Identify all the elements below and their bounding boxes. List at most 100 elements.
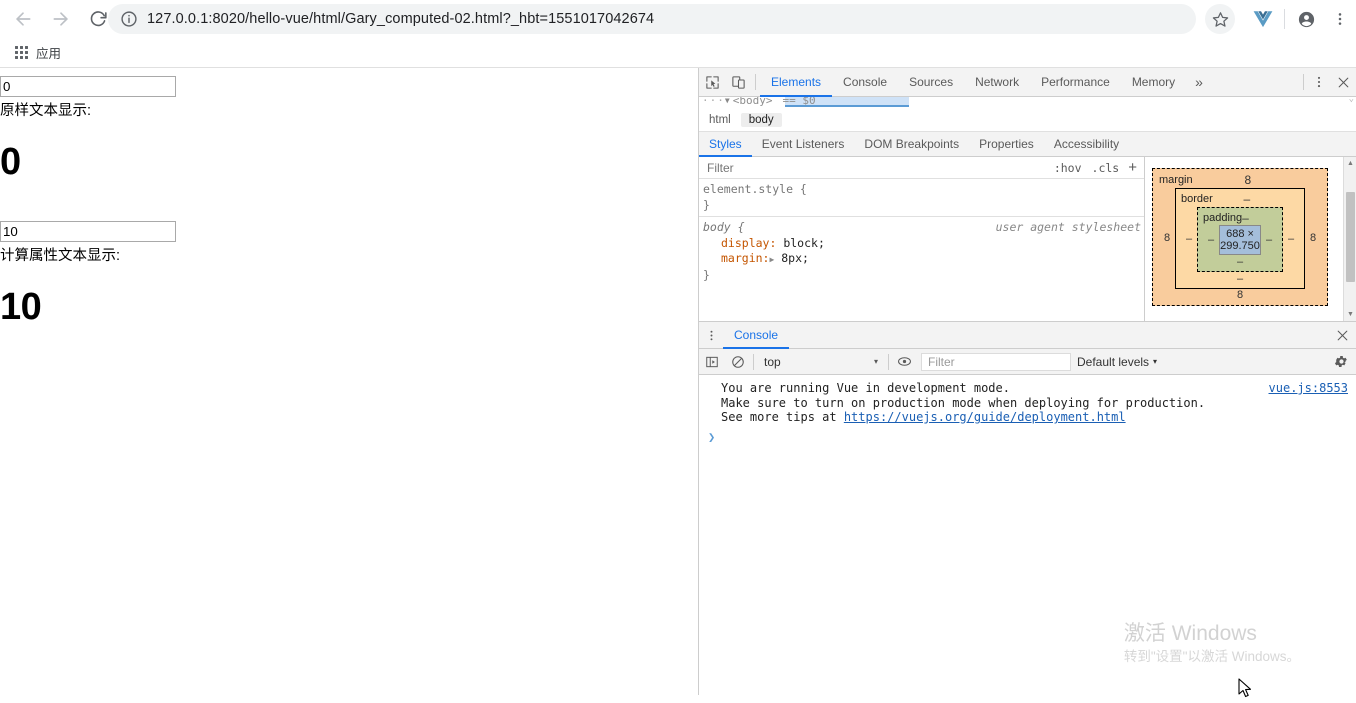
box-model-padding-right-value[interactable]: – — [1261, 234, 1277, 246]
box-model-padding-region[interactable]: padding – – 688 × 299.750 – – — [1197, 207, 1283, 272]
box-model-padding-bottom-value[interactable]: – — [1203, 255, 1277, 268]
devtools-more-button[interactable] — [1308, 68, 1330, 96]
styles-pane: :hov .cls + element.style { } user agent… — [699, 157, 1145, 321]
vue-devtools-extension-button[interactable] — [1248, 4, 1278, 34]
tab-performance[interactable]: Performance — [1030, 68, 1121, 97]
box-model-margin-region[interactable]: margin 8 8 border – – padding – – 688 × … — [1152, 168, 1328, 306]
divider — [755, 74, 756, 90]
info-circle-icon — [121, 11, 137, 27]
console-sidebar-button[interactable] — [699, 349, 725, 375]
breadcrumb-item-body[interactable]: body — [740, 113, 782, 127]
dom-tree-scroll-indicator: ⌄ — [1348, 97, 1354, 104]
clear-console-button[interactable] — [725, 349, 751, 375]
styles-pane-scrollbar[interactable]: ▲ ▼ — [1343, 157, 1356, 321]
console-filter-input[interactable]: Filter — [921, 352, 1071, 371]
css-expand-triangle[interactable]: ▶ — [769, 252, 774, 268]
tab-overflow-button[interactable]: » — [1186, 68, 1212, 96]
back-button[interactable] — [6, 2, 40, 36]
console-input-prompt[interactable]: ❯ — [699, 430, 1356, 444]
console-message-line-3: See more tips at https://vuejs.org/guide… — [721, 410, 1356, 425]
raw-text-input[interactable] — [0, 76, 176, 97]
drawer-tab-console[interactable]: Console — [723, 322, 790, 349]
box-model-margin-top-value[interactable]: 8 — [1193, 173, 1321, 187]
devtools-close-button[interactable] — [1330, 68, 1356, 96]
css-declaration-display[interactable]: display: block; — [703, 236, 1144, 252]
tab-console[interactable]: Console — [832, 68, 898, 97]
css-rule-element-style[interactable]: element.style { } — [699, 179, 1144, 216]
console-message: vue.js:8553 You are running Vue in devel… — [699, 375, 1356, 425]
css-rule-origin: user agent stylesheet — [995, 220, 1141, 234]
console-settings-button[interactable] — [1326, 354, 1356, 369]
sidebar-tab-dom-breakpoints[interactable]: DOM Breakpoints — [854, 132, 969, 157]
sidebar-tab-event-listeners[interactable]: Event Listeners — [752, 132, 855, 157]
box-model-border-left-value[interactable]: – — [1181, 233, 1197, 245]
forward-button[interactable] — [44, 2, 78, 36]
scrollbar-down-arrow[interactable]: ▼ — [1344, 308, 1356, 321]
box-model-margin-left-value[interactable]: 8 — [1159, 232, 1175, 244]
tab-network[interactable]: Network — [964, 68, 1030, 97]
sidebar-tab-accessibility[interactable]: Accessibility — [1044, 132, 1129, 157]
styles-hov-button[interactable]: :hov — [1049, 161, 1087, 175]
styles-filter-input[interactable] — [699, 159, 1049, 176]
console-message-line-2: Make sure to turn on production mode whe… — [721, 395, 1206, 410]
console-message-source[interactable]: vue.js:8553 — [1269, 381, 1348, 396]
console-message-line-3-prefix: See more tips at — [721, 410, 844, 424]
console-message-link[interactable]: https://vuejs.org/guide/deployment.html — [844, 410, 1126, 424]
breadcrumb-item-html[interactable]: html — [701, 113, 739, 127]
dom-tree-node-body: <body> — [732, 97, 773, 107]
device-toolbar-button[interactable] — [725, 68, 751, 96]
sidebar-tab-styles[interactable]: Styles — [699, 132, 752, 157]
console-context-selector[interactable]: top ▾ — [756, 355, 886, 369]
css-property-value[interactable]: block; — [783, 236, 825, 250]
box-model-border-region[interactable]: border – – padding – – 688 × 299.750 – –… — [1175, 188, 1305, 289]
box-model-padding-top-value[interactable]: – — [1242, 211, 1277, 225]
sidebar-tab-properties[interactable]: Properties — [969, 132, 1044, 157]
bookmark-item-apps[interactable]: 应用 — [7, 40, 67, 65]
scrollbar-up-arrow[interactable]: ▲ — [1344, 157, 1356, 170]
box-model-border-top-value[interactable]: – — [1213, 192, 1299, 206]
css-declaration-margin[interactable]: margin:▶ 8px; — [703, 251, 1144, 268]
box-model-margin-right-value[interactable]: 8 — [1305, 232, 1321, 244]
bookmark-star-button[interactable] — [1205, 4, 1235, 34]
dom-tree-row-body[interactable]: ··· ▼ <body> == $0 ⌄ — [699, 97, 1356, 108]
console-toolbar: top ▾ Filter Default levels ▾ — [699, 349, 1356, 375]
profile-avatar-button[interactable] — [1291, 4, 1321, 34]
box-model-border-right-value[interactable]: – — [1283, 233, 1299, 245]
chevron-down-icon: ▾ — [1153, 357, 1158, 366]
tab-sources[interactable]: Sources — [898, 68, 964, 97]
chrome-menu-button[interactable] — [1328, 4, 1352, 34]
drawer-menu-button[interactable] — [699, 322, 723, 348]
css-property-value[interactable]: 8px; — [781, 251, 809, 265]
computed-text-input[interactable] — [0, 221, 176, 242]
device-toolbar-icon — [731, 75, 745, 89]
dom-tree-ellipsis: ··· — [702, 97, 725, 107]
css-rule-body-ua[interactable]: user agent stylesheet body { display: bl… — [699, 216, 1144, 286]
scrollbar-thumb[interactable] — [1346, 192, 1355, 282]
box-model-inner2: padding – – 688 × 299.750 – – — [1197, 206, 1283, 272]
live-expression-button[interactable] — [891, 349, 917, 375]
box-model-content-size[interactable]: 688 × 299.750 — [1219, 225, 1261, 255]
arrow-left-icon — [16, 11, 31, 26]
gear-icon — [1334, 356, 1347, 367]
box-model-margin-bottom-value[interactable]: 8 — [1159, 289, 1321, 301]
console-message-line-1: You are running Vue in development mode. — [721, 381, 1010, 395]
live-expression-icon — [897, 357, 911, 366]
styles-cls-button[interactable]: .cls — [1087, 161, 1125, 175]
three-dot-menu-icon — [1317, 76, 1321, 88]
page-viewport: 原样文本显示: 0 计算属性文本显示: 10 — [0, 68, 698, 695]
styles-new-rule-button[interactable]: + — [1124, 160, 1144, 175]
computed-text-value: 10 — [0, 286, 42, 328]
console-levels-selector[interactable]: Default levels ▾ — [1077, 355, 1157, 369]
drawer-close-button[interactable] — [1328, 322, 1356, 348]
tab-elements[interactable]: Elements — [760, 68, 833, 97]
tab-memory[interactable]: Memory — [1121, 68, 1186, 97]
address-bar[interactable]: 127.0.0.1:8020/hello-vue/html/Gary_compu… — [108, 4, 1196, 34]
dom-tree-view[interactable]: ··· ▼ <body> == $0 ⌄ — [699, 97, 1356, 109]
inspect-element-button[interactable] — [699, 68, 725, 96]
box-model-padding-left-value[interactable]: – — [1203, 234, 1219, 246]
box-model-border-bottom-value[interactable]: – — [1181, 272, 1299, 285]
chevron-down-icon: ▾ — [873, 357, 878, 366]
close-icon — [1338, 77, 1348, 87]
bookmarks-bar: 应用 — [0, 37, 1356, 68]
divider — [753, 353, 754, 370]
